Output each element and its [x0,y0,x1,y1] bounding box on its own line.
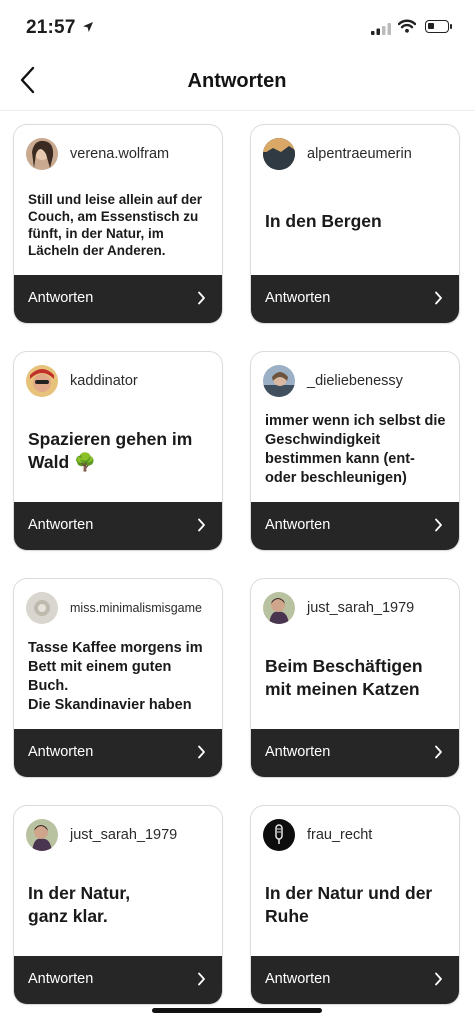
avatar[interactable] [263,365,295,397]
reply-button[interactable]: Antworten [14,956,222,1004]
chevron-right-icon [197,291,206,310]
answer-card[interactable]: verena.wolfram Still und leise allein au… [13,124,223,324]
card-user[interactable]: verena.wolfram [26,137,169,171]
username: just_sarah_1979 [70,827,178,843]
reply-label: Antworten [265,971,331,987]
answer-text: immer wenn ich selbst die Geschwindigkei… [265,413,446,486]
page-title: Antworten [187,70,287,92]
avatar[interactable] [26,138,58,170]
chevron-right-icon [197,745,206,764]
location-arrow-icon [82,20,94,38]
answer-card[interactable]: just_sarah_1979 Beim Beschäftigen mit me… [250,578,460,778]
card-user[interactable]: kaddinator [26,364,138,398]
username: frau_recht [307,827,373,843]
username: kaddinator [70,373,138,389]
chevron-right-icon [434,745,443,764]
reply-button[interactable]: Antworten [251,729,459,777]
reply-label: Antworten [28,971,94,987]
answer-text: Still und leise allein auf der Couch, am… [28,192,203,258]
nav-header: Antworten [0,56,474,111]
reply-button[interactable]: Antworten [14,729,222,777]
answer-text: In den Bergen [265,211,382,231]
home-indicator[interactable] [152,1008,322,1013]
answer-card[interactable]: alpentraeumerin In den Bergen Antworten [250,124,460,324]
avatar[interactable] [26,365,58,397]
status-bar: 21:57 [0,0,474,56]
card-user[interactable]: just_sarah_1979 [263,591,414,625]
chevron-right-icon [434,518,443,537]
avatar[interactable] [26,592,58,624]
chevron-right-icon [434,291,443,310]
username: alpentraeumerin [307,146,412,162]
answer-card[interactable]: just_sarah_1979 In der Natur, ganz klar.… [13,805,223,1005]
reply-button[interactable]: Antworten [14,502,222,550]
reply-label: Antworten [265,517,331,533]
wifi-icon [397,19,417,38]
avatar[interactable] [263,138,295,170]
username: verena.wolfram [70,146,170,162]
chevron-right-icon [197,518,206,537]
avatar[interactable] [26,819,58,851]
reply-label: Antworten [265,290,331,306]
card-user[interactable]: alpentraeumerin [263,137,412,171]
username: miss.minimalismisgame [70,601,202,615]
answer-card[interactable]: frau_recht In der Natur und der Ruhe Ant… [250,805,460,1005]
reply-button[interactable]: Antworten [14,275,222,323]
status-time: 21:57 [26,17,76,38]
answer-text: In der Natur, ganz klar. [28,883,131,926]
battery-icon [425,20,452,33]
answer-card[interactable]: _dieliebenessy immer wenn ich selbst die… [250,351,460,551]
answer-text: Beim Beschäftigen mit meinen Katzen [265,656,423,699]
chevron-right-icon [434,972,443,991]
reply-button[interactable]: Antworten [251,275,459,323]
avatar[interactable] [263,592,295,624]
battery-level [428,23,434,29]
card-user[interactable]: frau_recht [263,818,372,852]
answer-card[interactable]: miss.minimalismisgame Tasse Kaffee morge… [13,578,223,778]
reply-label: Antworten [28,290,94,306]
answer-text: Tasse Kaffee morgens im Bett mit einem g… [28,640,203,713]
cellular-signal-icon [371,22,391,40]
card-user[interactable]: _dieliebenessy [263,364,403,398]
answer-text: In der Natur und der Ruhe [265,883,433,926]
username: _dieliebenessy [307,373,403,389]
reply-button[interactable]: Antworten [251,956,459,1004]
card-user[interactable]: just_sarah_1979 [26,818,177,852]
card-user[interactable]: miss.minimalismisgame [26,591,202,625]
reply-label: Antworten [28,744,94,760]
chevron-right-icon [197,972,206,991]
username: just_sarah_1979 [307,600,415,616]
reply-label: Antworten [265,744,331,760]
answer-text: Spazieren gehen im Wald 🌳 [28,429,193,472]
avatar[interactable] [263,819,295,851]
answer-card[interactable]: kaddinator Spazieren gehen im Wald 🌳 Ant… [13,351,223,551]
reply-button[interactable]: Antworten [251,502,459,550]
reply-label: Antworten [28,517,94,533]
